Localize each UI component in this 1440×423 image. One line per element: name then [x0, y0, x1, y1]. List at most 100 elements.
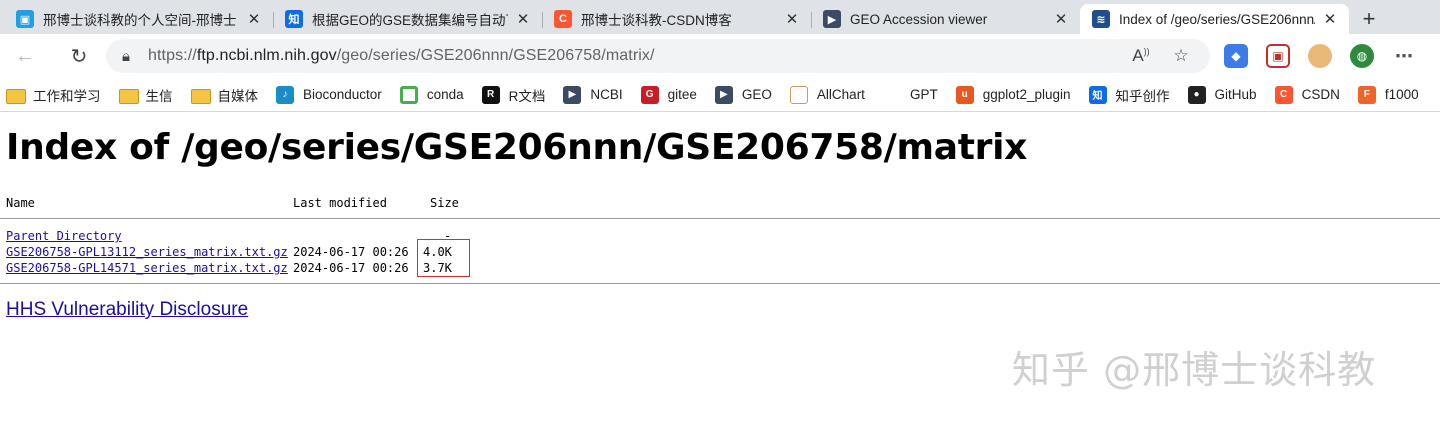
geo-icon: ▶: [714, 85, 733, 104]
divider: [0, 283, 1440, 284]
arrow-left-icon: ←: [15, 44, 35, 67]
file-list: Parent Directory - GSE206758-GPL13112_se…: [6, 228, 1426, 276]
bookmark-folder[interactable]: 生信: [118, 85, 173, 105]
bookmark-item[interactable]: 知知乎创作: [1088, 85, 1170, 105]
url-text[interactable]: https://ftp.ncbi.nlm.nih.gov/geo/series/…: [148, 47, 1126, 65]
tab-title: 邢博士谈科教的个人空间-邢博士: [43, 13, 237, 28]
bookmark-label: 工作和学习: [33, 88, 101, 104]
bookmark-item[interactable]: ✓ AllChart: [789, 85, 865, 104]
folder-icon: [118, 86, 139, 104]
bookmark-label: CSDN: [1301, 87, 1340, 102]
gitee-icon: G: [640, 85, 659, 104]
tab-title: 根据GEO的GSE数据集编号自动下: [312, 13, 508, 28]
parent-directory-link[interactable]: Parent Directory: [6, 228, 122, 244]
ncbi-icon: ≋: [1092, 10, 1110, 28]
read-aloud-icon[interactable]: A)): [1126, 46, 1156, 66]
bookmark-item[interactable]: ▶ NCBI: [563, 85, 623, 104]
bookmark-label: 自媒体: [217, 88, 259, 104]
csdn-icon: C: [554, 10, 572, 28]
browser-toolbar: ← ↻ 🔒︎ https://ftp.ncbi.nlm.nih.gov/geo/…: [0, 34, 1440, 78]
url-scheme: https://: [148, 47, 197, 64]
column-header-modified[interactable]: Last modified: [293, 195, 387, 211]
geo-icon: ▶: [823, 10, 841, 28]
file-modified: 2024-06-17 00:26: [293, 261, 409, 275]
bookmark-label: f1000: [1384, 87, 1419, 102]
screen-record-icon[interactable]: ▣: [1266, 44, 1290, 68]
plus-icon: +: [1362, 6, 1376, 31]
bookmark-item[interactable]: ♪ Bioconductor: [276, 85, 382, 104]
bookmark-label: GitHub: [1214, 87, 1257, 102]
bookmark-item[interactable]: ▶ GEO: [714, 85, 772, 104]
bilibili-icon: ▣: [16, 10, 34, 28]
page-title: Index of /geo/series/GSE206nnn/GSE206758…: [6, 127, 1028, 168]
url-host: ftp.ncbi.nlm.nih.gov: [196, 47, 337, 64]
table-row: GSE206758-GPL13112_series_matrix.txt.gz …: [6, 244, 1426, 260]
new-tab-button[interactable]: +: [1349, 4, 1389, 34]
csdn-icon: C: [1274, 85, 1293, 104]
allchart-icon: ✓: [789, 85, 808, 104]
star-icon[interactable]: ☆: [1166, 46, 1196, 66]
close-icon[interactable]: ✕: [245, 10, 263, 28]
close-icon[interactable]: ✕: [783, 10, 801, 28]
file-link[interactable]: GSE206758-GPL13112_series_matrix.txt.gz: [6, 244, 288, 260]
tab-zhihu[interactable]: 知 根据GEO的GSE数据集编号自动下 ✕: [273, 4, 542, 34]
file-modified: 2024-06-17 00:26: [293, 245, 409, 259]
tab-ftp-index[interactable]: ≋ Index of /geo/series/GSE206nnn/ ✕: [1080, 4, 1349, 34]
close-icon[interactable]: ✕: [1321, 10, 1339, 28]
bookmark-item[interactable]: conda: [399, 85, 464, 104]
tab-bilibili[interactable]: ▣ 邢博士谈科教的个人空间-邢博士 ✕: [4, 4, 273, 34]
bookmark-item[interactable]: Ggitee: [640, 85, 697, 104]
extensions-area: ◆ ▣ ◍ ⋯: [1224, 34, 1416, 78]
bookmark-item[interactable]: C CSDN: [1274, 85, 1340, 104]
bookmark-item[interactable]: u ggplot2_plugin: [955, 85, 1071, 104]
bookmark-item[interactable]: Ff1000: [1357, 85, 1419, 104]
r-icon: R: [481, 85, 500, 104]
address-bar[interactable]: 🔒︎ https://ftp.ncbi.nlm.nih.gov/geo/seri…: [106, 39, 1210, 73]
folder-icon: [6, 86, 26, 104]
bioconductor-icon: ♪: [276, 85, 294, 104]
bookmark-folder[interactable]: 工作和学习: [6, 85, 101, 105]
close-icon[interactable]: ✕: [514, 10, 532, 28]
size-highlight-annotation: [417, 239, 470, 277]
tab-title: Index of /geo/series/GSE206nnn/: [1119, 11, 1315, 27]
f1000-icon: F: [1357, 85, 1376, 104]
column-header-size[interactable]: Size: [430, 195, 459, 211]
table-row: GSE206758-GPL14571_series_matrix.txt.gz …: [6, 260, 1426, 276]
vulnerability-disclosure-link[interactable]: HHS Vulnerability Disclosure: [6, 299, 248, 321]
bookmark-item[interactable]: R R文档: [481, 85, 545, 105]
bookmark-item[interactable]: ✻ GPT: [882, 85, 938, 104]
bookmark-label: 知乎创作: [1115, 88, 1170, 104]
tab-title: 邢博士谈科教-CSDN博客: [581, 13, 732, 28]
table-row: Parent Directory -: [6, 228, 1426, 244]
column-header-name[interactable]: Name: [6, 195, 35, 211]
file-link[interactable]: GSE206758-GPL14571_series_matrix.txt.gz: [6, 260, 288, 276]
bookmark-label: ggplot2_plugin: [982, 87, 1071, 102]
avatar-extension-icon[interactable]: [1308, 44, 1332, 68]
divider: [0, 218, 1440, 219]
directory-listing: Name Last modified Size: [6, 195, 1426, 211]
ncbi-icon: ▶: [563, 85, 582, 104]
github-icon: ●: [1187, 85, 1206, 104]
conda-icon: [399, 85, 418, 104]
tab-title: GEO Accession viewer: [850, 11, 988, 27]
bookmark-label: Bioconductor: [303, 87, 382, 102]
lock-icon[interactable]: 🔒︎: [122, 48, 148, 65]
url-path: /geo/series/GSE206nnn/GSE206758/matrix/: [336, 47, 655, 64]
bookmark-label: NCBI: [590, 87, 623, 102]
bookmark-item[interactable]: ● GitHub: [1187, 85, 1257, 104]
page-content: Index of /geo/series/GSE206nnn/GSE206758…: [0, 113, 1440, 423]
close-icon[interactable]: ✕: [1052, 10, 1070, 28]
bookmark-label: GPT: [909, 87, 938, 102]
reload-button[interactable]: ↻: [60, 39, 98, 73]
globe-extension-icon[interactable]: ◍: [1350, 44, 1374, 68]
bookmark-label: 生信: [145, 88, 173, 104]
bookmark-folder[interactable]: 自媒体: [190, 85, 259, 105]
watermark: 知乎 @邢博士谈科教: [1012, 348, 1377, 392]
listing-header: Name Last modified Size: [6, 195, 1426, 211]
tab-geo-viewer[interactable]: ▶ GEO Accession viewer ✕: [811, 4, 1080, 34]
tab-csdn[interactable]: C 邢博士谈科教-CSDN博客 ✕: [542, 4, 811, 34]
extension-icon[interactable]: ◆: [1224, 44, 1248, 68]
back-button[interactable]: ←: [6, 39, 44, 73]
more-icon[interactable]: ⋯: [1392, 44, 1416, 68]
bookmarks-bar: 工作和学习 生信 自媒体 ♪ Bioconductor conda R R文档 ▶ N…: [0, 78, 1440, 112]
